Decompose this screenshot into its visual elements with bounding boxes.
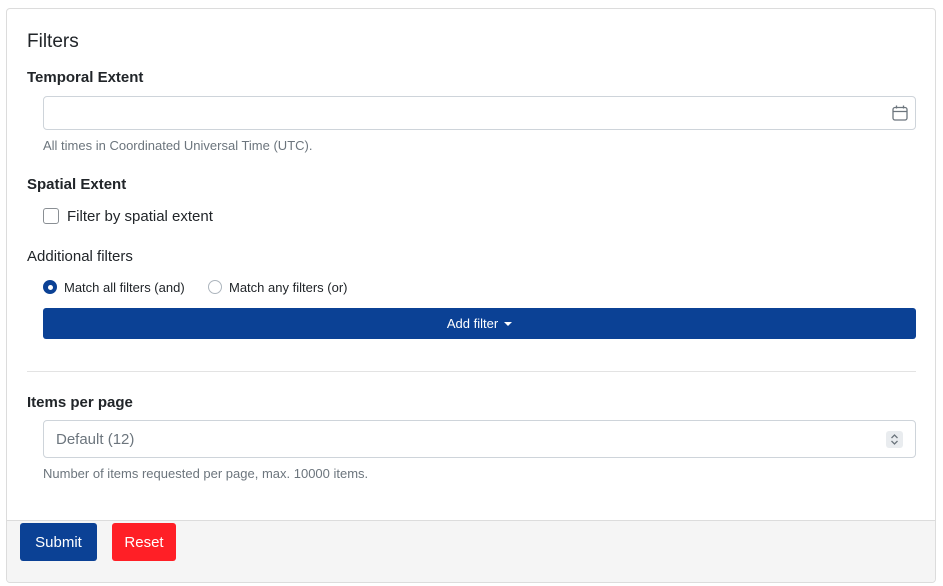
spatial-extent-label: Spatial Extent: [27, 176, 127, 193]
filters-card-body: Filters Temporal Extent All times in Coo…: [7, 9, 935, 520]
reset-button[interactable]: Reset: [112, 523, 176, 561]
items-per-page-select[interactable]: Default (12): [44, 421, 915, 457]
add-filter-button[interactable]: Add filter: [43, 308, 916, 339]
items-per-page-help: Number of items requested per page, max.…: [43, 466, 369, 481]
match-any-radio[interactable]: [208, 280, 222, 294]
temporal-extent-label: Temporal Extent: [27, 69, 144, 86]
items-per-page-field[interactable]: Default (12): [43, 420, 916, 458]
match-all-radio[interactable]: [43, 280, 57, 294]
temporal-extent-help: All times in Coordinated Universal Time …: [43, 138, 313, 153]
filters-card: Filters Temporal Extent All times in Coo…: [6, 8, 936, 583]
filters-title: Filters: [27, 31, 79, 52]
items-per-page-label: Items per page: [27, 394, 133, 411]
section-divider: [27, 371, 916, 372]
caret-down-icon: [504, 322, 513, 326]
match-any-radio-label[interactable]: Match any filters (or): [229, 280, 347, 295]
temporal-extent-input[interactable]: [44, 97, 874, 129]
calendar-icon[interactable]: [891, 104, 909, 122]
additional-filters-label: Additional filters: [27, 248, 133, 265]
spatial-extent-checkbox[interactable]: [43, 208, 59, 224]
spatial-extent-checkbox-label[interactable]: Filter by spatial extent: [67, 208, 213, 225]
match-all-radio-label[interactable]: Match all filters (and): [64, 280, 185, 295]
temporal-extent-field[interactable]: [43, 96, 916, 130]
submit-button[interactable]: Submit: [20, 523, 97, 561]
add-filter-button-label: Add filter: [446, 316, 499, 331]
